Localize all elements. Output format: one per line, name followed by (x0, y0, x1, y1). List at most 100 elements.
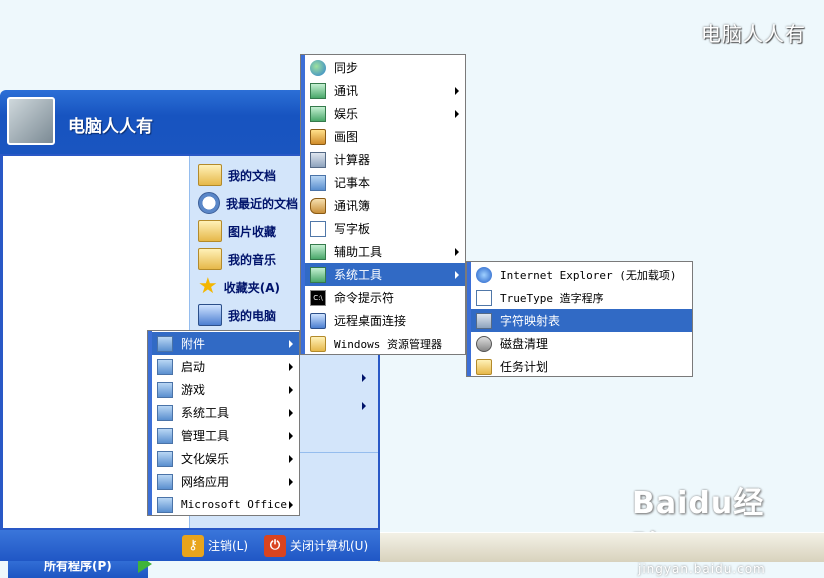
menu-item-label: 娱乐 (334, 107, 359, 121)
system-tools-menu: Internet Explorer (无加载项) TrueType 造字程序 字… (466, 261, 693, 377)
menu-item-label: 任务计划 (500, 360, 549, 374)
menu-item-label: 磁盘清理 (500, 337, 549, 351)
shutdown-label: 关闭计算机(U) (290, 539, 369, 553)
submenu-arrow-icon (455, 110, 459, 118)
menu-item-address-book[interactable]: 通讯簿 (305, 194, 465, 217)
menu-item-sync[interactable]: 同步 (305, 56, 465, 79)
menu-item-scheduled-tasks[interactable]: 任务计划 (471, 355, 692, 378)
my-documents-link[interactable]: 我的文档 (198, 162, 276, 188)
ie-icon (476, 266, 492, 283)
submenu-arrow-icon (289, 363, 293, 371)
menu-item-command-prompt[interactable]: C:\ 命令提示符 (305, 286, 465, 309)
menu-item-wordpad[interactable]: 写字板 (305, 217, 465, 240)
avatar[interactable] (7, 97, 55, 145)
key-icon: ⚷ (182, 534, 204, 557)
menu-item-label: 管理工具 (181, 429, 230, 443)
program-group-icon (310, 105, 326, 122)
menu-item-label: 通讯簿 (334, 199, 371, 213)
divider (300, 452, 378, 453)
menu-item-label: Internet Explorer (无加载项) (500, 268, 677, 282)
menu-item-disk-cleanup[interactable]: 磁盘清理 (471, 332, 692, 355)
menu-item-games[interactable]: 游戏 (152, 378, 299, 401)
submenu-arrow-icon (362, 402, 366, 410)
places-label: 我的音乐 (228, 252, 277, 267)
watermark-text: 电脑人人有 (701, 22, 806, 46)
menu-item-system-tools[interactable]: 系统工具 (305, 263, 465, 286)
places-label: 我最近的文档 (226, 196, 299, 211)
menu-item-windows-explorer[interactable]: Windows 资源管理器 (305, 332, 465, 355)
favorites-link[interactable]: ★ 收藏夹(A) (198, 274, 280, 300)
menu-item-startup[interactable]: 启动 (152, 355, 299, 378)
submenu-arrow-icon (455, 87, 459, 95)
charmap-icon (476, 312, 492, 329)
program-group-icon (310, 82, 326, 99)
my-computer-link[interactable]: 我的电脑 (198, 302, 276, 328)
program-group-icon (157, 473, 173, 490)
menu-item-paint[interactable]: 画图 (305, 125, 465, 148)
menu-item-label: 画图 (334, 130, 359, 144)
power-icon: ⏻ (264, 534, 286, 557)
folder-icon (198, 248, 222, 270)
places-label: 收藏夹(A) (223, 280, 280, 295)
submenu-arrow-icon (289, 409, 293, 417)
sync-icon (310, 59, 326, 76)
menu-item-culture-entertainment[interactable]: 文化娱乐 (152, 447, 299, 470)
menu-item-label: Microsoft Office (181, 498, 287, 511)
menu-item-truetype-editor[interactable]: TrueType 造字程序 (471, 286, 692, 309)
menu-item-system-tools[interactable]: 系统工具 (152, 401, 299, 424)
cmd-icon: C:\ (310, 289, 326, 306)
menu-item-label: 网络应用 (181, 475, 230, 489)
menu-item-accessibility[interactable]: 辅助工具 (305, 240, 465, 263)
recent-documents-link[interactable]: 我最近的文档 (198, 190, 298, 216)
menu-item-entertainment[interactable]: 娱乐 (305, 102, 465, 125)
shutdown-button[interactable]: ⏻ 关闭计算机(U) (264, 534, 368, 557)
submenu-arrow-icon (455, 248, 459, 256)
menu-item-internet-explorer[interactable]: Internet Explorer (无加载项) (471, 263, 692, 286)
recent-icon (198, 192, 220, 214)
menu-item-microsoft-office[interactable]: Microsoft Office (152, 493, 299, 516)
accessories-menu: 同步 通讯 娱乐 画图 计算器 记事本 通讯簿 写字板 辅助工具 系统工具 C:… (300, 54, 466, 355)
programs-menu: 附件 启动 游戏 系统工具 管理工具 文化娱乐 网络应用 Microsoft O… (147, 330, 300, 516)
scheduled-tasks-icon (476, 358, 492, 375)
disk-cleanup-icon (476, 335, 492, 352)
program-group-icon (157, 381, 173, 398)
folder-icon (198, 164, 222, 186)
menu-item-label: 游戏 (181, 383, 206, 397)
logoff-label: 注销(L) (208, 539, 249, 553)
notepad-icon (310, 174, 326, 191)
program-group-icon (157, 404, 173, 421)
menu-item-label: TrueType 造字程序 (500, 291, 604, 305)
menu-item-accessories[interactable]: 附件 (152, 332, 299, 355)
submenu-arrow-icon (289, 478, 293, 486)
star-icon: ★ (198, 274, 218, 299)
submenu-arrow-icon (289, 432, 293, 440)
menu-item-remote-desktop[interactable]: 远程桌面连接 (305, 309, 465, 332)
address-book-icon (310, 197, 326, 214)
my-pictures-link[interactable]: 图片收藏 (198, 218, 276, 244)
menu-item-label: 附件 (181, 337, 206, 351)
logoff-button[interactable]: ⚷ 注销(L) (182, 534, 248, 557)
menu-item-admin-tools[interactable]: 管理工具 (152, 424, 299, 447)
menu-item-character-map[interactable]: 字符映射表 (471, 309, 692, 332)
computer-icon (198, 304, 222, 326)
menu-item-network-apps[interactable]: 网络应用 (152, 470, 299, 493)
menu-item-communications[interactable]: 通讯 (305, 79, 465, 102)
menu-item-calculator[interactable]: 计算器 (305, 148, 465, 171)
folder-icon (198, 220, 222, 242)
menu-item-label: 文化娱乐 (181, 452, 230, 466)
my-music-link[interactable]: 我的音乐 (198, 246, 276, 272)
menu-item-label: 同步 (334, 61, 359, 75)
submenu-arrow-icon (289, 501, 293, 509)
places-pane-overflow (300, 362, 378, 454)
menu-item-label: 系统工具 (181, 406, 230, 420)
menu-item-label: 记事本 (334, 176, 371, 190)
submenu-arrow-icon (289, 386, 293, 394)
menu-item-label: 写字板 (334, 222, 371, 236)
menu-item-notepad[interactable]: 记事本 (305, 171, 465, 194)
program-group-icon (310, 266, 326, 283)
program-group-icon (310, 243, 326, 260)
places-label: 我的电脑 (228, 308, 277, 323)
user-name: 电脑人人有 (68, 117, 153, 137)
places-label: 我的文档 (228, 168, 277, 183)
menu-item-label: 字符映射表 (500, 314, 561, 328)
